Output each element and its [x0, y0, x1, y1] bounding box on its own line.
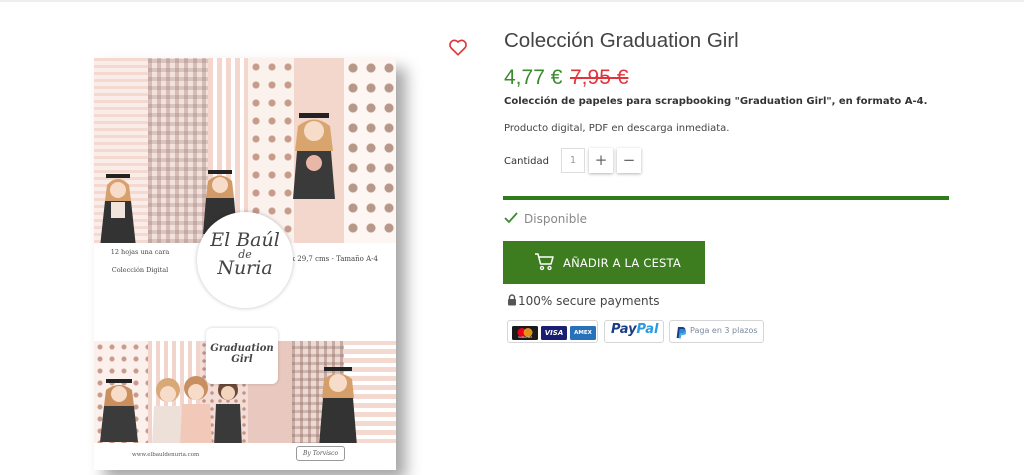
graduate-group-illustration — [152, 376, 242, 446]
graduate-girl-illustration — [100, 174, 136, 247]
availability-status: Disponible — [504, 212, 587, 226]
product-image[interactable]: 12 hojas una cara · Colección Digital 21… — [94, 58, 396, 470]
graduate-girl-illustration — [293, 113, 335, 199]
stock-progress-bar — [503, 196, 949, 200]
installments-label: Paga en 3 plazos — [690, 326, 758, 335]
old-price: 7,95 € — [570, 66, 629, 89]
card-logos: VISA AMEX mastercard — [507, 320, 598, 343]
availability-label: Disponible — [524, 212, 588, 226]
secure-payments: 100% secure payments — [507, 294, 660, 308]
digital-note: Producto digital, PDF en descarga inmedi… — [504, 123, 730, 134]
add-to-cart-button[interactable]: AÑADIR A LA CESTA — [503, 241, 705, 284]
check-icon — [504, 212, 518, 224]
quantity-increment-button[interactable]: + — [589, 148, 613, 173]
cart-icon — [535, 253, 554, 271]
product-title: Colección Graduation Girl — [504, 29, 739, 52]
paypal-wordmark: PayPal — [611, 322, 659, 337]
cover-band-left: 12 hojas una cara · Colección Digital — [110, 248, 170, 274]
heart-outline-icon — [449, 39, 467, 56]
short-description: Colección de papeles para scrapbooking "… — [504, 96, 928, 107]
amex-logo: AMEX — [574, 330, 592, 336]
quantity-label: Cantidad — [504, 156, 549, 167]
wishlist-button[interactable] — [447, 36, 469, 58]
quantity-decrement-button[interactable]: − — [617, 148, 641, 173]
collection-name-badge: Graduation Girl — [206, 328, 278, 384]
graduate-girl-illustration — [100, 379, 138, 442]
designer-logo: By Torvisco — [296, 446, 346, 461]
quantity-input[interactable]: 1 — [561, 148, 585, 173]
mastercard-logo: mastercard — [517, 336, 533, 339]
graduate-girl-illustration — [319, 367, 357, 446]
secure-payments-label: 100% secure payments — [518, 294, 660, 308]
paypal-logo: PayPal — [604, 320, 664, 343]
top-divider — [0, 0, 1024, 2]
cover-band-right: 21 x 29,7 cms - Tamaño A-4 — [279, 255, 378, 263]
current-price: 4,77 € — [504, 66, 563, 89]
stock-progress-fill — [503, 196, 949, 200]
lock-icon — [508, 294, 516, 306]
site-url: www.elbauldenuria.com — [132, 452, 200, 458]
brand-logo: El Baúl de Nuria — [197, 212, 293, 308]
paper-strip — [344, 58, 396, 243]
paypal-p-icon — [676, 327, 686, 339]
installments-option: Paga en 3 plazos — [669, 320, 764, 343]
visa-logo: VISA — [544, 329, 564, 337]
add-to-cart-label: AÑADIR A LA CESTA — [563, 256, 681, 270]
